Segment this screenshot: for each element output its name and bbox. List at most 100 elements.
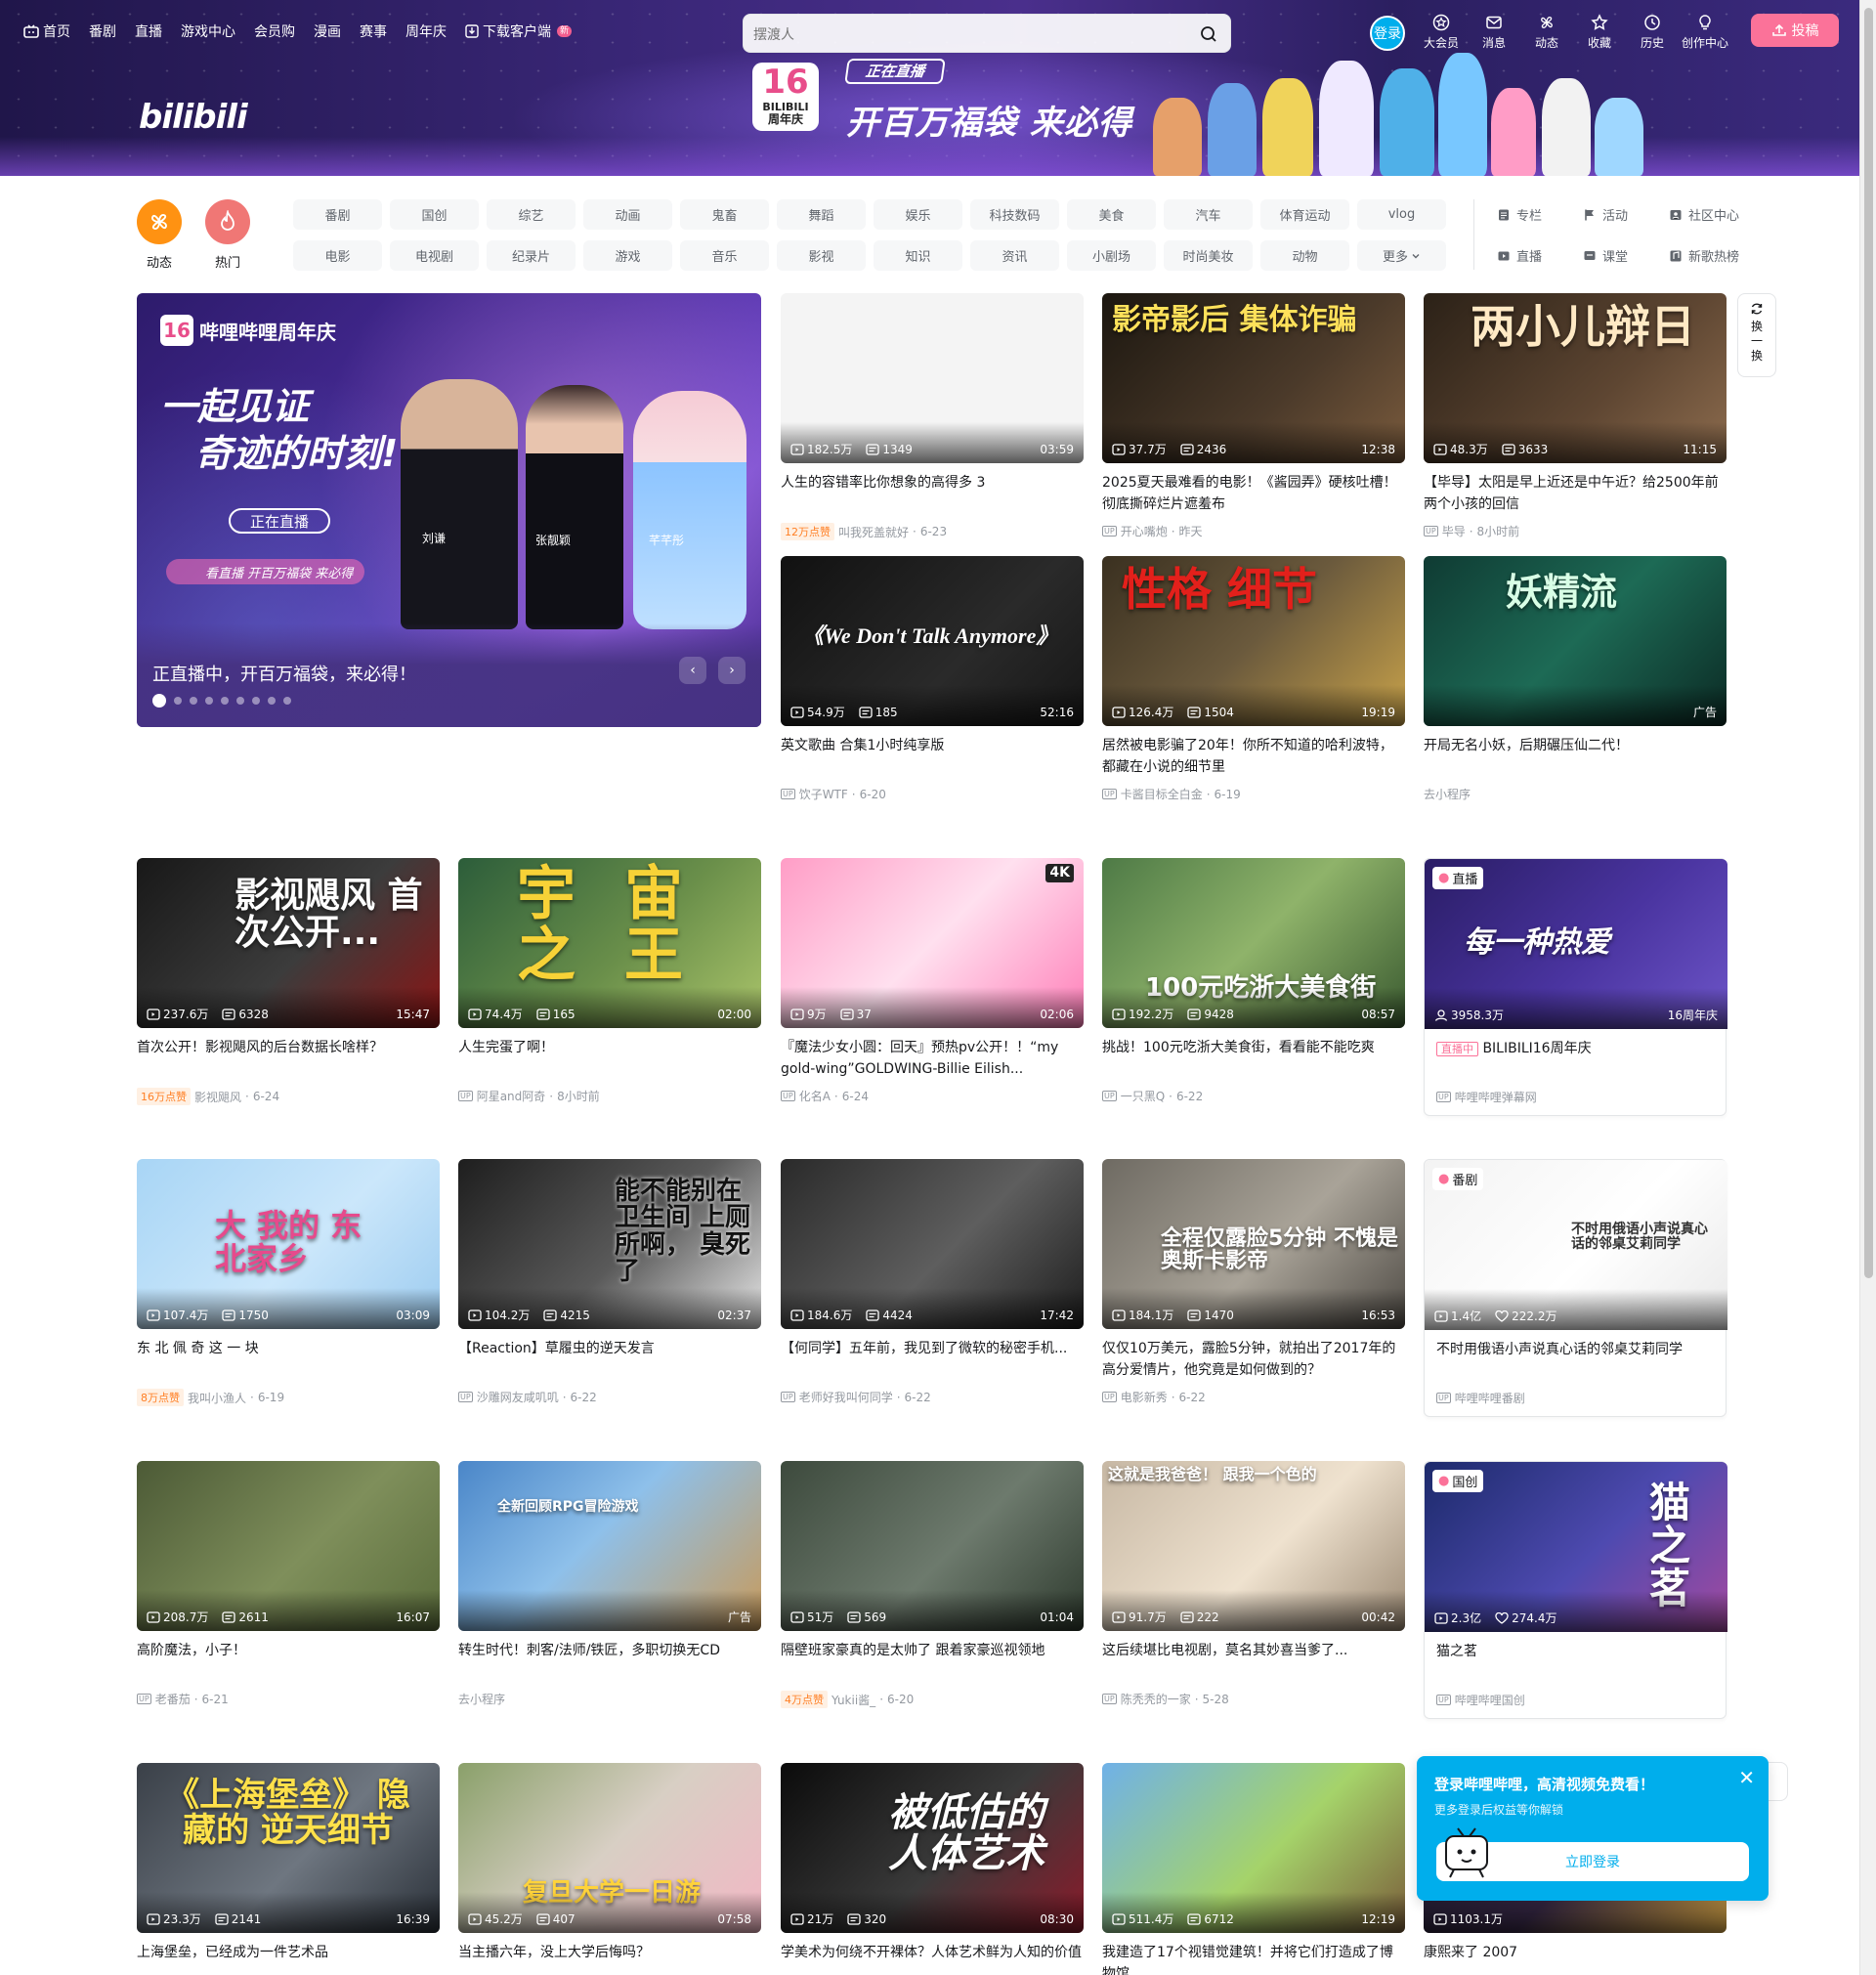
channel-item[interactable]: 汽车 (1164, 199, 1253, 230)
video-title[interactable]: 英文歌曲 合集1小时纯享版 (781, 735, 1084, 778)
uploader-name[interactable]: 卡酱目标全白金 (1121, 786, 1203, 802)
uploader-name[interactable]: 一只黑Q (1121, 1088, 1165, 1104)
video-card[interactable]: 511.4万 6712 12:19 我建造了17个视错觉建筑！并将它们打造成了博物馆 (1102, 1763, 1405, 1975)
video-title[interactable]: 2025夏天最难看的电影！《酱园弄》硬核吐槽！彻底撕碎烂片遮羞布 (1102, 472, 1405, 515)
video-thumbnail[interactable]: 全新回顾RPG冒险游戏 广告 (458, 1461, 761, 1631)
nav-live[interactable]: 直播 (135, 21, 162, 41)
video-card[interactable]: 性格 细节 126.4万 1504 19:19 居然被电影骗了20年！你所不知道的哈利波… (1102, 556, 1405, 802)
video-title[interactable]: 猫之茗 (1425, 1641, 1726, 1684)
carousel-dot[interactable] (174, 697, 182, 705)
close-icon[interactable]: ✕ (1738, 1768, 1755, 1787)
link-column[interactable]: 专栏 (1497, 199, 1583, 230)
video-card[interactable]: 被低估的 人体艺术 21万 320 08:30 学美术为何绕不开裸体？人体艺术鲜为人知的… (781, 1763, 1084, 1975)
channel-item[interactable]: 小剧场 (1067, 240, 1156, 271)
nav-vip[interactable]: 大会员 (1415, 14, 1468, 51)
page-scrollbar[interactable] (1859, 0, 1876, 1975)
video-title[interactable]: 当主播六年，没上大学后悔吗？ (458, 1942, 761, 1975)
video-thumbnail[interactable]: 不时用俄语小声说真心话的邻桌艾莉同学 ● 番剧 1.4亿 222.2万 (1425, 1160, 1727, 1330)
video-card[interactable]: 每一种热爱 ● 直播 3958.3万 16周年庆 直播中 BILIBILI16周年庆 UP 哔… (1424, 858, 1727, 1116)
uploader-name[interactable]: 陈秃秃的一家 (1121, 1691, 1191, 1707)
channel-item[interactable]: 美食 (1067, 199, 1156, 230)
video-thumbnail[interactable]: 184.6万 4424 17:42 (781, 1159, 1084, 1329)
link-activity[interactable]: 活动 (1583, 199, 1669, 230)
video-thumbnail[interactable]: 208.7万 2611 16:07 (137, 1461, 440, 1631)
link-community[interactable]: 社区中心 (1669, 199, 1755, 230)
channel-item[interactable]: 音乐 (680, 240, 769, 271)
video-title[interactable]: 上海堡垒，已经成为一件艺术品 (137, 1942, 440, 1975)
nav-manga[interactable]: 漫画 (314, 21, 341, 41)
channel-item[interactable]: 电视剧 (390, 240, 479, 271)
channel-item[interactable]: 鬼畜 (680, 199, 769, 230)
video-card[interactable]: 两小儿辩日 48.3万 3633 11:15 【毕导】太阳是早上近还是中午近？给2500… (1424, 293, 1727, 539)
uploader-name[interactable]: 化名A (799, 1088, 831, 1104)
login-avatar-button[interactable]: 登录 (1370, 16, 1405, 51)
video-title[interactable]: 直播中 BILIBILI16周年庆 (1425, 1038, 1726, 1081)
carousel-dot[interactable] (152, 694, 166, 708)
nav-mall[interactable]: 会员购 (254, 21, 295, 41)
channel-item[interactable]: 时尚美妆 (1164, 240, 1253, 271)
video-card[interactable]: 复旦大学一日游45.2万40707:58 当主播六年，没上大学后悔吗？ (458, 1763, 761, 1975)
video-title[interactable]: 居然被电影骗了20年！你所不知道的哈利波特，都藏在小说的细节里 (1102, 735, 1405, 778)
video-title[interactable]: 【何同学】五年前，我见到了微软的秘密手机... (781, 1338, 1084, 1381)
link-live[interactable]: 直播 (1497, 240, 1583, 271)
video-card[interactable]: 4K 9万 37 02:06 『魔法少女小圆：回天』预热pv公开！！“my gold-w… (781, 858, 1084, 1104)
uploader-name[interactable]: 开心嘴炮 (1121, 523, 1168, 539)
carousel-dot[interactable] (236, 697, 244, 705)
video-thumbnail[interactable]: 妖精流 广告 (1424, 556, 1727, 726)
hero-carousel[interactable]: 16 哔哩哔哩周年庆 一起见证 奇迹的时刻! 正在直播 看直播 开百万福袋 来必… (137, 293, 761, 727)
search-input[interactable] (753, 22, 1164, 46)
carousel-dot[interactable] (283, 697, 291, 705)
channel-item[interactable]: 影视 (777, 240, 866, 271)
nav-favorites[interactable]: 收藏 (1573, 14, 1626, 51)
video-thumbnail[interactable]: 511.4万 6712 12:19 (1102, 1763, 1405, 1933)
channel-item[interactable]: 资讯 (970, 240, 1059, 271)
video-title[interactable]: 人生完蛋了啊！ (458, 1037, 761, 1080)
channel-item[interactable]: 国创 (390, 199, 479, 230)
video-title[interactable]: 学美术为何绕不开裸体？人体艺术鲜为人知的价值 (781, 1942, 1084, 1975)
video-thumbnail[interactable]: 这就是我爸爸！ 跟我一个色的 91.7万 222 00:42 (1102, 1461, 1405, 1631)
video-thumbnail[interactable]: 影视飓风 首次公开... 237.6万 6328 15:47 (137, 858, 440, 1028)
channel-item[interactable]: vlog (1357, 199, 1446, 230)
uploader-name[interactable]: 毕导 (1442, 523, 1466, 539)
video-thumbnail[interactable]: 性格 细节 126.4万 1504 19:19 (1102, 556, 1405, 726)
link-new-songs[interactable]: 新歌热榜 (1669, 240, 1755, 271)
search-button[interactable] (1195, 21, 1222, 48)
video-card[interactable]: 182.5万 1349 03:59 人生的容错率比你想象的高得多 3 12万点赞 叫我死盖… (781, 293, 1084, 540)
channel-item[interactable]: 知识 (874, 240, 962, 271)
uploader-name[interactable]: 我叫小渔人 (188, 1390, 246, 1406)
video-card[interactable]: 影帝影后 集体诈骗 37.7万 2436 12:38 2025夏天最难看的电影！《酱园弄… (1102, 293, 1405, 539)
channel-item[interactable]: 科技数码 (970, 199, 1059, 230)
video-card[interactable]: 《We Don't Talk Anymore》 54.9万 185 52:16 英文歌曲… (781, 556, 1084, 802)
video-card[interactable]: 100元吃浙大美食街192.2万942808:57 挑战！100元吃浙大美食街，看… (1102, 858, 1405, 1104)
refresh-feed-button[interactable]: 换 一 换 (1737, 293, 1776, 377)
video-thumbnail[interactable]: 100元吃浙大美食街192.2万942808:57 (1102, 858, 1405, 1028)
video-title[interactable]: 挑战！100元吃浙大美食街，看看能不能吃爽 (1102, 1037, 1405, 1080)
video-card[interactable]: 不时用俄语小声说真心话的邻桌艾莉同学 ● 番剧 1.4亿 222.2万 不时用俄语小声说真… (1424, 1159, 1727, 1417)
video-title[interactable]: 这后续堪比电视剧，莫名其妙喜当爹了... (1102, 1640, 1405, 1683)
video-thumbnail[interactable]: 复旦大学一日游45.2万40707:58 (458, 1763, 761, 1933)
video-thumbnail[interactable]: 每一种热爱 ● 直播 3958.3万 16周年庆 (1425, 859, 1727, 1029)
video-title[interactable]: 东 北 佩 奇 这 一 块 (137, 1338, 440, 1381)
video-card[interactable]: 影视飓风 首次公开... 237.6万 6328 15:47 首次公开！影视飓风的后台数… (137, 858, 440, 1105)
video-thumbnail[interactable]: 4K 9万 37 02:06 (781, 858, 1084, 1028)
nav-download-client[interactable]: 下载客户端 新 (465, 21, 573, 41)
channel-hot[interactable]: 热门 (205, 199, 250, 271)
uploader-name[interactable]: 老番茄 (155, 1691, 191, 1707)
uploader-name[interactable]: 饮子WTF (799, 786, 848, 802)
video-title[interactable]: 首次公开！影视飓风的后台数据长啥样？ (137, 1037, 440, 1080)
video-card[interactable]: 宇宙 之王 74.4万 165 02:00 人生完蛋了啊！ UP 阿星and阿奇 · 8小时前 (458, 858, 761, 1104)
video-card[interactable]: 全新回顾RPG冒险游戏 广告 转生时代！刺客/法师/铁匠，多职切换无CD 去小程序 (458, 1461, 761, 1707)
nav-messages[interactable]: 消息 (1468, 14, 1520, 51)
channel-item[interactable]: 综艺 (487, 199, 576, 230)
video-card[interactable]: 《上海堡垒》 隐藏的 逆天细节 23.3万 2141 16:39 上海堡垒，已经成为一件… (137, 1763, 440, 1975)
uploader-name[interactable]: 去小程序 (458, 1691, 505, 1707)
video-card[interactable]: 能不能别在 卫生间 上厕所啊， 臭死了 104.2万 4215 02:37 【React… (458, 1159, 761, 1405)
uploader-name[interactable]: 老师好我叫何同学 (799, 1389, 893, 1405)
video-thumbnail[interactable]: 被低估的 人体艺术 21万 320 08:30 (781, 1763, 1084, 1933)
video-thumbnail[interactable]: 两小儿辩日 48.3万 3633 11:15 (1424, 293, 1727, 463)
channel-item[interactable]: 体育运动 (1260, 199, 1349, 230)
nav-anniversary[interactable]: 周年庆 (405, 21, 447, 41)
channel-item[interactable]: 动物 (1260, 240, 1349, 271)
uploader-name[interactable]: 去小程序 (1424, 786, 1471, 802)
video-thumbnail[interactable]: 《We Don't Talk Anymore》 54.9万 185 52:16 (781, 556, 1084, 726)
